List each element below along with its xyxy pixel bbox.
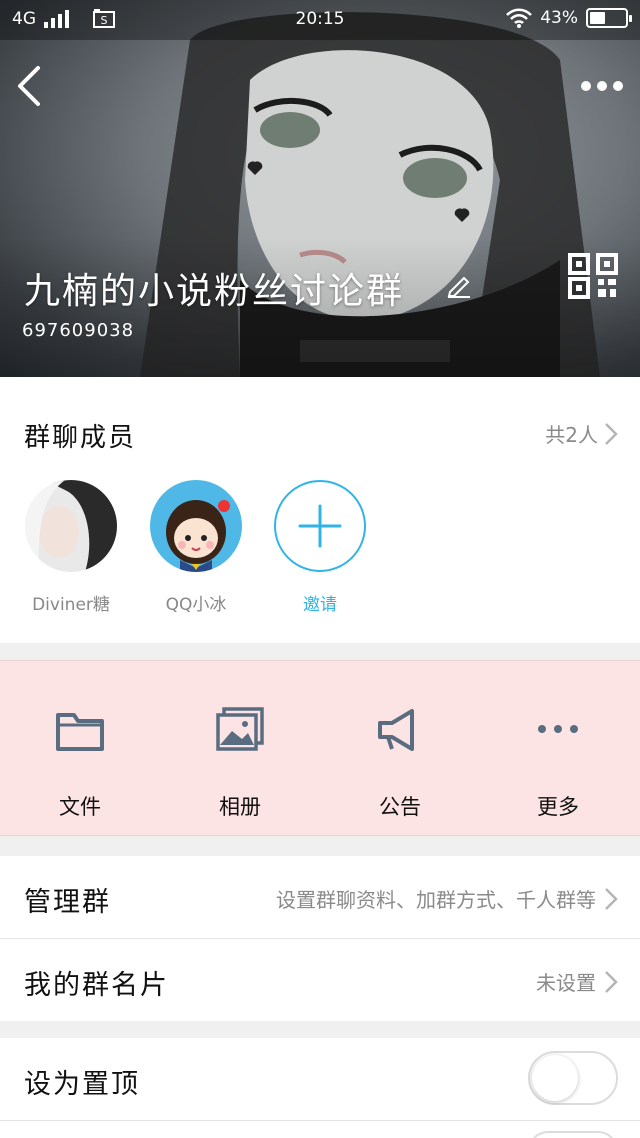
action-label: 相册 — [219, 795, 261, 819]
chevron-right-icon — [605, 970, 618, 993]
group-number: 697609038 — [22, 320, 135, 341]
back-button[interactable] — [12, 62, 48, 110]
album-button[interactable]: 相册 — [180, 705, 300, 821]
pencil-icon[interactable] — [446, 272, 472, 298]
avatar — [150, 480, 242, 572]
my-card-value: 未设置 — [536, 971, 596, 995]
chevron-right-icon — [605, 887, 618, 910]
manage-group-value: 设置群聊资料、加群方式、千人群等 — [276, 888, 596, 912]
next-toggle-partial[interactable] — [528, 1131, 618, 1138]
invite-label: 邀请 — [303, 595, 337, 615]
manage-group-value-wrap: 设置群聊资料、加群方式、千人群等 — [276, 884, 618, 913]
next-row-partial — [0, 1121, 640, 1138]
announcement-button[interactable]: 公告 — [340, 705, 460, 821]
members-section: 群聊成员 共2人 Diviner糖 QQ小冰 邀请 — [0, 377, 640, 643]
battery-level — [590, 12, 605, 24]
members-count-link[interactable]: 共2人 — [545, 419, 618, 448]
pin-top-row: 设为置顶 — [0, 1038, 640, 1120]
battery-percent: 43% — [540, 8, 578, 28]
members-count: 共2人 — [545, 423, 598, 447]
album-icon — [216, 707, 264, 751]
member-name: QQ小冰 — [165, 595, 227, 615]
more-button[interactable]: 更多 — [498, 705, 618, 821]
files-button[interactable]: 文件 — [20, 705, 140, 821]
group-name: 九楠的小说粉丝讨论群 — [24, 271, 405, 312]
qr-code-icon[interactable] — [568, 253, 620, 299]
pin-top-toggle[interactable] — [528, 1051, 618, 1105]
invite-button[interactable]: 邀请 — [265, 480, 375, 615]
more-dots-icon[interactable] — [580, 74, 624, 98]
avatar — [25, 480, 117, 572]
wifi-icon — [506, 8, 533, 28]
more-horizontal-icon — [538, 725, 578, 733]
folder-icon — [56, 713, 104, 751]
member-item[interactable]: Diviner糖 — [16, 480, 126, 615]
pin-top-label: 设为置顶 — [24, 1069, 140, 1100]
action-label: 更多 — [537, 795, 579, 819]
action-label: 文件 — [59, 795, 101, 819]
members-title: 群聊成员 — [24, 423, 137, 453]
group-header-banner: 4G S 20:15 43% 九楠的小说粉丝讨论群 697609038 — [0, 0, 640, 377]
add-icon — [274, 480, 366, 572]
member-item[interactable]: QQ小冰 — [141, 480, 251, 615]
chevron-right-icon — [605, 422, 618, 445]
manage-group-row[interactable]: 管理群 设置群聊资料、加群方式、千人群等 — [0, 856, 640, 938]
manage-group-label: 管理群 — [24, 887, 111, 918]
battery-icon — [586, 8, 632, 28]
quick-actions-bar: 文件 相册 公告 更多 — [0, 660, 640, 836]
my-card-label: 我的群名片 — [24, 970, 169, 1001]
my-card-value-wrap: 未设置 — [536, 967, 618, 996]
toggle-knob — [532, 1055, 578, 1101]
member-name: Diviner糖 — [32, 595, 110, 615]
status-bar: 4G S 20:15 43% — [0, 0, 640, 40]
my-card-row[interactable]: 我的群名片 未设置 — [0, 939, 640, 1021]
megaphone-icon — [378, 709, 414, 751]
action-label: 公告 — [379, 795, 421, 819]
